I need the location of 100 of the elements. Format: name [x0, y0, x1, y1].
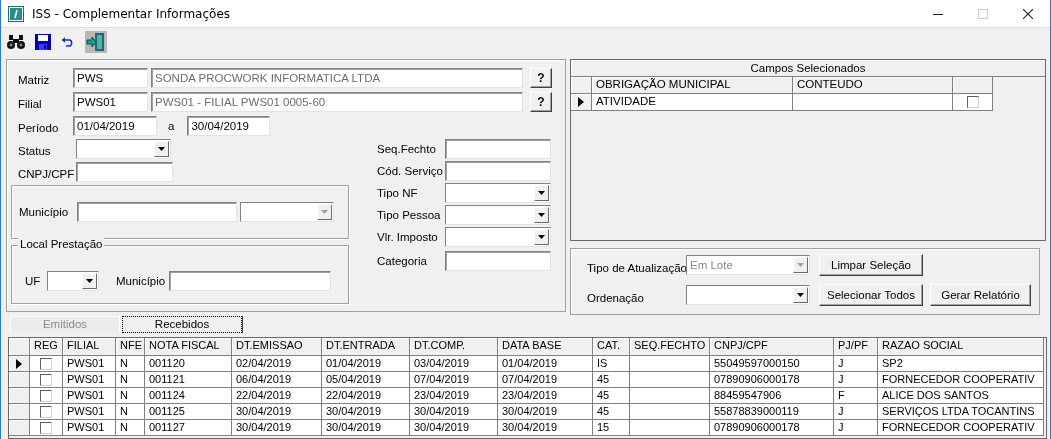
table-cell: 01/04/2019: [322, 356, 410, 372]
checkbox[interactable]: [40, 357, 52, 370]
table-cell: 06/04/2019: [232, 372, 322, 388]
table-cell: 45: [593, 404, 630, 420]
caret-icon: [158, 147, 165, 151]
input-field[interactable]: [445, 161, 551, 181]
table-cell: N: [116, 356, 145, 372]
input-field[interactable]: 30/04/2019: [187, 115, 271, 136]
input-field[interactable]: [169, 271, 331, 291]
input-field[interactable]: [77, 202, 237, 222]
lookup-button[interactable]: ?: [530, 67, 552, 88]
table-cell: 001124: [145, 388, 232, 404]
report-button[interactable]: Gerar Relatório: [930, 284, 1031, 306]
table-cell: 30/04/2019: [498, 404, 593, 420]
field-label: Filial: [18, 96, 43, 110]
save-icon[interactable]: [35, 34, 51, 50]
column-header[interactable]: RAZAO SOCIAL: [878, 338, 1044, 356]
table-cell: PWS01: [63, 356, 116, 372]
field-label: Período: [18, 120, 60, 134]
column-header[interactable]: CNPJ/CPF: [710, 338, 834, 356]
table-cell: 07890906000178: [710, 372, 834, 388]
column-header[interactable]: DT.EMISSAO: [232, 338, 322, 356]
dropdown-field[interactable]: [47, 271, 99, 291]
close-icon[interactable]: [1023, 8, 1033, 19]
input-field[interactable]: [445, 251, 551, 271]
column-header[interactable]: SEQ.FECHTO: [630, 338, 710, 356]
caret-icon: [797, 263, 804, 267]
table-cell: PWS01: [63, 372, 116, 388]
exit-door-icon[interactable]: [86, 32, 106, 52]
column-header[interactable]: NFE: [116, 338, 145, 356]
table-cell: FORNECEDOR COOPERATIV: [878, 372, 1044, 388]
table-cell: 001127: [145, 420, 232, 436]
input-field[interactable]: 01/04/2019: [73, 115, 157, 136]
column-header[interactable]: DATA BASE: [498, 338, 593, 356]
column-header[interactable]: DT.COMP.: [410, 338, 498, 356]
table-cell: ATIVIDADE: [592, 94, 793, 111]
table-cell: J: [834, 356, 878, 372]
undo-icon[interactable]: [61, 37, 75, 47]
caret-icon: [538, 235, 545, 239]
dropdown-field[interactable]: [445, 227, 551, 247]
table-cell: PWS01: [63, 420, 116, 436]
table-cell: ALICE DOS SANTOS: [878, 388, 1044, 404]
checkbox[interactable]: [966, 96, 979, 108]
dropdown-field[interactable]: [445, 183, 551, 203]
table-cell: 30/04/2019: [232, 404, 322, 420]
table-cell: 07890906000178: [710, 420, 834, 436]
column-header[interactable]: DT.ENTRADA: [322, 338, 410, 356]
row-header[interactable]: [571, 94, 592, 111]
checkbox[interactable]: [40, 405, 52, 418]
column-header[interactable]: CONTEUDO: [793, 77, 953, 94]
checkbox[interactable]: [40, 389, 52, 402]
input-field[interactable]: PWS: [73, 67, 148, 88]
checkbox[interactable]: [40, 373, 52, 386]
input-field[interactable]: SONDA PROCWORK INFORMATICA LTDA: [151, 67, 523, 88]
column-header[interactable]: REG: [30, 338, 63, 356]
table-cell: 30/04/2019: [410, 420, 498, 436]
table-cell: 001125: [145, 404, 232, 420]
table-cell: 30/04/2019: [322, 404, 410, 420]
field-label: CNPJ/CPF: [18, 167, 76, 180]
checkbox[interactable]: [40, 421, 52, 434]
lookup-button[interactable]: ?: [530, 91, 552, 112]
field-label: Município: [116, 275, 167, 287]
column-header[interactable]: OBRIGAÇÃO MUNICIPAL: [592, 77, 793, 94]
table-cell: 23/04/2019: [410, 388, 498, 404]
table-cell: 55878839000119: [710, 404, 834, 420]
column-header[interactable]: NOTA FISCAL: [145, 338, 232, 356]
dropdown-field[interactable]: [686, 285, 810, 305]
row-header[interactable]: [9, 356, 30, 372]
table-cell: J: [834, 420, 878, 436]
input-field[interactable]: PWS01: [73, 91, 148, 112]
column-header[interactable]: CAT.: [593, 338, 630, 356]
table-cell: 30/04/2019: [322, 420, 410, 436]
caret-icon: [538, 191, 545, 195]
table-cell: 55049597000150: [710, 356, 834, 372]
row-pointer-icon: [16, 358, 22, 369]
field-label: Vlr. Imposto: [377, 231, 439, 243]
table-cell: 05/04/2019: [322, 372, 410, 388]
field-label: Ordenação: [587, 291, 645, 304]
field-label: Tipo Pessoa: [377, 209, 442, 221]
dropdown-field[interactable]: [445, 205, 551, 225]
clear-selection-button[interactable]: Limpar Seleção: [819, 254, 923, 276]
input-field[interactable]: [445, 139, 551, 159]
column-header[interactable]: FILIAL: [63, 338, 116, 356]
input-field[interactable]: PWS01 - FILIAL PWS01 0005-60: [151, 91, 523, 112]
table-cell: 30/04/2019: [232, 420, 322, 436]
table-cell: 07/04/2019: [410, 372, 498, 388]
table-cell: SERVIÇOS LTDA TOCANTINS: [878, 404, 1044, 420]
column-header[interactable]: PJ/PF: [834, 338, 878, 356]
tab[interactable]: Recebidos: [122, 316, 242, 333]
input-field[interactable]: [76, 162, 173, 182]
table-cell: 45: [593, 372, 630, 388]
dropdown-field[interactable]: [76, 139, 171, 159]
table-cell: 001121: [145, 372, 232, 388]
caret-icon: [86, 279, 93, 283]
select-all-button[interactable]: Selecionar Todos: [819, 284, 923, 306]
table-cell: 30/04/2019: [498, 420, 593, 436]
caret-icon: [538, 213, 545, 217]
table-cell: 22/04/2019: [232, 388, 322, 404]
binoculars-icon[interactable]: [7, 35, 25, 49]
table-cell: PWS01: [63, 404, 116, 420]
